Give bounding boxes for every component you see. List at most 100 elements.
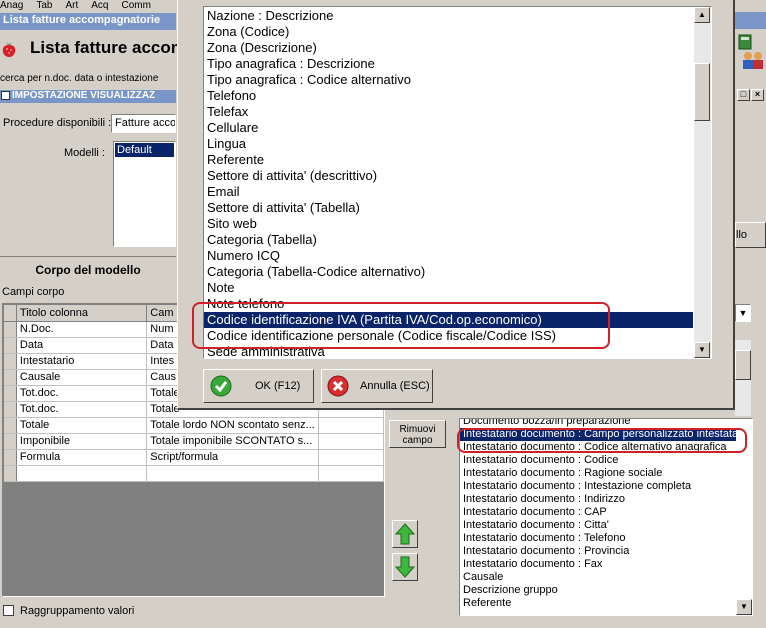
list-item[interactable]: Tipo anagrafica : Codice alternativo <box>204 72 693 88</box>
list-item[interactable]: Cellulare <box>204 120 693 136</box>
right-action-button[interactable]: llo <box>735 222 766 248</box>
right-action-button-label: llo <box>736 229 748 241</box>
list-item[interactable]: Intestatario documento : Codice <box>460 454 736 467</box>
list-item[interactable]: Telefono <box>204 88 693 104</box>
menu-acq[interactable]: Acq <box>91 0 108 11</box>
checkbox-box[interactable] <box>3 605 14 616</box>
list-item[interactable]: Settore di attivita' (Tabella) <box>204 200 693 216</box>
list-item[interactable]: Tipo anagrafica : Descrizione <box>204 56 693 72</box>
procedure-select[interactable]: Fatture acco <box>111 114 176 133</box>
ok-button-label: OK (F12) <box>255 380 301 392</box>
list-item[interactable]: Documento bozza/in preparazione <box>460 419 736 428</box>
list-item[interactable]: Email <box>204 184 693 200</box>
menu-art[interactable]: Art <box>65 0 78 11</box>
table-row[interactable] <box>4 465 385 482</box>
list-item[interactable]: Intestatario documento : Intestazione co… <box>460 480 736 493</box>
fields-label: Campi corpo <box>2 286 65 298</box>
right-window-title <box>735 12 766 29</box>
list-item[interactable]: Sito web <box>204 216 693 232</box>
settings-header-label: IMPOSTAZIONE VISUALIZZAZ <box>12 90 156 101</box>
group-values-checkbox[interactable]: Raggruppamento valori <box>3 605 134 617</box>
grid-cell[interactable]: Tot.doc. <box>16 401 148 418</box>
right-toolbar <box>738 32 766 72</box>
grid-cell[interactable] <box>16 465 148 482</box>
grid-cell[interactable]: Totale lordo NON scontato senz... <box>146 417 319 434</box>
list-item[interactable]: Intestatario documento : Ragione sociale <box>460 467 736 480</box>
list-item[interactable]: Telefax <box>204 104 693 120</box>
page-title: Lista fatture accom <box>30 38 186 57</box>
models-label: Modelli : <box>64 147 105 159</box>
list-item[interactable]: Intestatario documento : Fax <box>460 558 736 571</box>
grid-cell[interactable]: Tot.doc. <box>16 385 148 402</box>
body-section-title: Corpo del modello <box>35 263 141 277</box>
list-item[interactable]: Nazione : Descrizione <box>204 8 693 24</box>
grid-cell[interactable]: N.Doc. <box>16 321 148 338</box>
arrow-up-icon <box>394 523 416 545</box>
list-item[interactable]: Intestatario documento : Provincia <box>460 545 736 558</box>
grid-cell[interactable]: Causale <box>16 369 148 386</box>
list-item[interactable]: Intestatario documento : Indirizzo <box>460 493 736 506</box>
arrow-down-icon <box>394 556 416 578</box>
list-item[interactable]: Causale <box>460 571 736 584</box>
settings-checkbox[interactable] <box>1 91 10 100</box>
field-picker-scrollbar[interactable]: ▲ ▼ <box>694 7 711 358</box>
list-item[interactable]: Intestatario documento : Citta' <box>460 519 736 532</box>
scroll-up-icon[interactable]: ▲ <box>694 7 710 23</box>
move-up-button[interactable] <box>392 520 418 548</box>
table-row[interactable]: Formula Script/formula <box>4 449 385 466</box>
cancel-button-label: Annulla (ESC) <box>360 380 430 392</box>
grid-cell[interactable] <box>318 465 385 482</box>
grid-cell[interactable] <box>318 417 385 434</box>
right-scrollbar-thumb[interactable] <box>735 350 751 380</box>
maximize-icon[interactable]: □ <box>737 89 750 101</box>
settings-header[interactable]: IMPOSTAZIONE VISUALIZZAZ <box>0 90 176 103</box>
scroll-down-icon[interactable]: ▼ <box>736 599 752 615</box>
close-icon[interactable]: × <box>751 89 764 101</box>
cancel-button[interactable]: Annulla (ESC) <box>321 369 433 403</box>
search-label: cerca per n.doc. data o intestazione <box>0 73 159 84</box>
list-item[interactable]: Zona (Descrizione) <box>204 40 693 56</box>
grid-cell[interactable]: Data <box>16 337 148 354</box>
list-item[interactable]: Referente <box>460 597 736 610</box>
list-item[interactable]: Intestatario documento : CAP <box>460 506 736 519</box>
list-item[interactable]: Note <box>204 280 693 296</box>
models-list[interactable]: Default <box>113 141 176 247</box>
grid-cell[interactable]: Totale <box>16 417 148 434</box>
list-item[interactable]: Numero ICQ <box>204 248 693 264</box>
table-row[interactable]: Imponibile Totale imponibile SCONTATO s..… <box>4 433 385 450</box>
list-item[interactable]: Categoria (Tabella) <box>204 232 693 248</box>
window-title-bar: Lista fatture accompagnatorie <box>0 13 176 30</box>
grid-cell[interactable]: Script/formula <box>146 449 319 466</box>
right-scrollbar[interactable] <box>735 340 751 416</box>
remove-field-button[interactable]: Rimuovi campo <box>389 420 446 448</box>
cancel-icon <box>327 375 349 397</box>
grid-cell[interactable] <box>318 449 385 466</box>
menu-anag[interactable]: Anag <box>0 0 23 11</box>
right-dropdown-arrow[interactable]: ▼ <box>735 304 751 322</box>
list-item[interactable]: Descrizione gruppo <box>460 584 736 597</box>
scroll-down-icon[interactable]: ▼ <box>694 342 710 358</box>
models-item-default[interactable]: Default <box>115 143 174 157</box>
list-item[interactable]: Referente <box>204 152 693 168</box>
table-row[interactable]: Totale Totale lordo NON scontato senz... <box>4 417 385 434</box>
grid-header-title[interactable]: Titolo colonna <box>16 305 148 322</box>
calculator-icon[interactable] <box>738 34 752 50</box>
list-item[interactable]: Zona (Codice) <box>204 24 693 40</box>
grid-cell[interactable]: Intestatario <box>16 353 148 370</box>
procedure-label: Procedure disponibili : <box>3 117 112 129</box>
users-icon[interactable] <box>740 50 766 70</box>
grid-cell[interactable]: Imponibile <box>16 433 148 450</box>
list-item[interactable]: Lingua <box>204 136 693 152</box>
menu-comm[interactable]: Comm <box>122 0 151 11</box>
grid-cell[interactable]: Totale imponibile SCONTATO s... <box>146 433 319 450</box>
ok-button[interactable]: OK (F12) <box>203 369 314 403</box>
move-down-button[interactable] <box>392 553 418 581</box>
grid-cell[interactable] <box>318 433 385 450</box>
list-item[interactable]: Settore di attivita' (descrittivo) <box>204 168 693 184</box>
menu-tab[interactable]: Tab <box>36 0 52 11</box>
list-item[interactable]: Categoria (Tabella-Codice alternativo) <box>204 264 693 280</box>
grid-cell[interactable] <box>146 465 319 482</box>
grid-cell[interactable]: Formula <box>16 449 148 466</box>
scrollbar-thumb[interactable] <box>694 63 710 121</box>
list-item[interactable]: Intestatario documento : Telefono <box>460 532 736 545</box>
